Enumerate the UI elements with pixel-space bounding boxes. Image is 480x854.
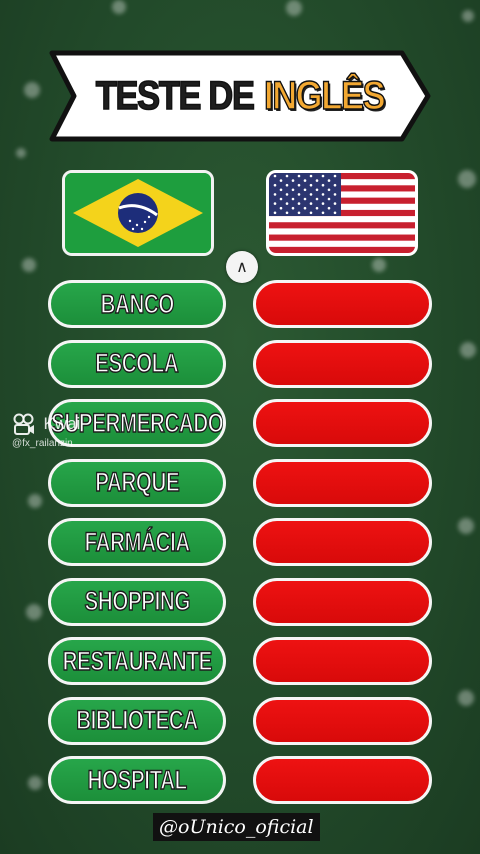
answer-pill — [253, 756, 432, 804]
word-label: FARMÁCIA — [84, 526, 191, 558]
word-pill: SHOPPING — [48, 577, 226, 626]
brazil-flag-icon — [62, 170, 214, 256]
usa-flag-icon — [266, 170, 418, 256]
kwai-username: @fx_railanzin — [12, 438, 73, 449]
word-pill: FARMÁCIA — [48, 518, 226, 566]
word-pill: RESTAURANTE — [48, 637, 226, 685]
decorative-dot — [28, 494, 42, 508]
word-label: PARQUE — [94, 466, 180, 498]
answer-pill — [253, 458, 432, 507]
decorative-dot — [460, 342, 476, 358]
answer-pill — [253, 577, 432, 626]
decorative-dot — [372, 258, 386, 272]
decorative-dot — [458, 170, 476, 188]
word-pill: HOSPITAL — [48, 756, 226, 804]
decorative-dot — [458, 690, 474, 706]
decorative-dot — [458, 518, 474, 534]
kwai-app-name: Kwai — [43, 414, 81, 433]
title-banner: TESTE DE INGLÊS — [48, 47, 432, 145]
word-pill: BIBLIOTECA — [48, 696, 226, 745]
word-label: BANCO — [100, 288, 175, 320]
answer-pill — [253, 637, 432, 685]
kwai-watermark: Kwai @fx_railanzin — [12, 412, 80, 449]
kwai-logo-icon — [13, 413, 34, 435]
list-item: FARMÁCIA — [48, 518, 432, 568]
list-item: HOSPITAL — [48, 756, 432, 806]
list-item: ESCOLA — [48, 339, 432, 390]
word-pill: BANCO — [48, 280, 226, 328]
title-part-1: TESTE DE — [95, 73, 255, 119]
creator-handle: @oUnico_oficial — [153, 813, 320, 841]
decorative-dot — [24, 82, 40, 98]
decorative-dot — [112, 0, 126, 14]
word-pill: ESCOLA — [48, 339, 226, 388]
word-label: BIBLIOTECA — [76, 704, 199, 736]
answer-pill — [253, 696, 432, 745]
decorative-dot — [28, 776, 42, 790]
word-label: SHOPPING — [84, 585, 191, 617]
decorative-dot — [22, 258, 36, 272]
cursor-indicator: ∧ — [226, 251, 258, 283]
word-label: HOSPITAL — [87, 764, 188, 796]
list-item: BANCO — [48, 280, 432, 330]
answer-pill — [253, 339, 432, 388]
word-label: ESCOLA — [95, 347, 180, 379]
list-item: PARQUE — [48, 458, 432, 509]
decorative-dot — [286, 0, 302, 16]
list-item: SHOPPING — [48, 577, 432, 628]
page-title: TESTE DE INGLÊS — [75, 47, 405, 145]
list-item: RESTAURANTE — [48, 637, 432, 687]
decorative-dot — [462, 10, 474, 22]
answer-pill — [253, 280, 432, 328]
title-part-2: INGLÊS — [263, 73, 386, 119]
list-item: BIBLIOTECA — [48, 696, 432, 747]
word-label: RESTAURANTE — [62, 645, 213, 677]
list-item: SUPERMERCADO — [48, 399, 432, 449]
answer-pill — [253, 518, 432, 566]
decorative-dot — [16, 148, 26, 158]
cursor-glyph: ∧ — [236, 259, 248, 276]
word-pill: PARQUE — [48, 458, 226, 507]
decorative-dot — [26, 604, 42, 620]
answer-pill — [253, 399, 432, 447]
